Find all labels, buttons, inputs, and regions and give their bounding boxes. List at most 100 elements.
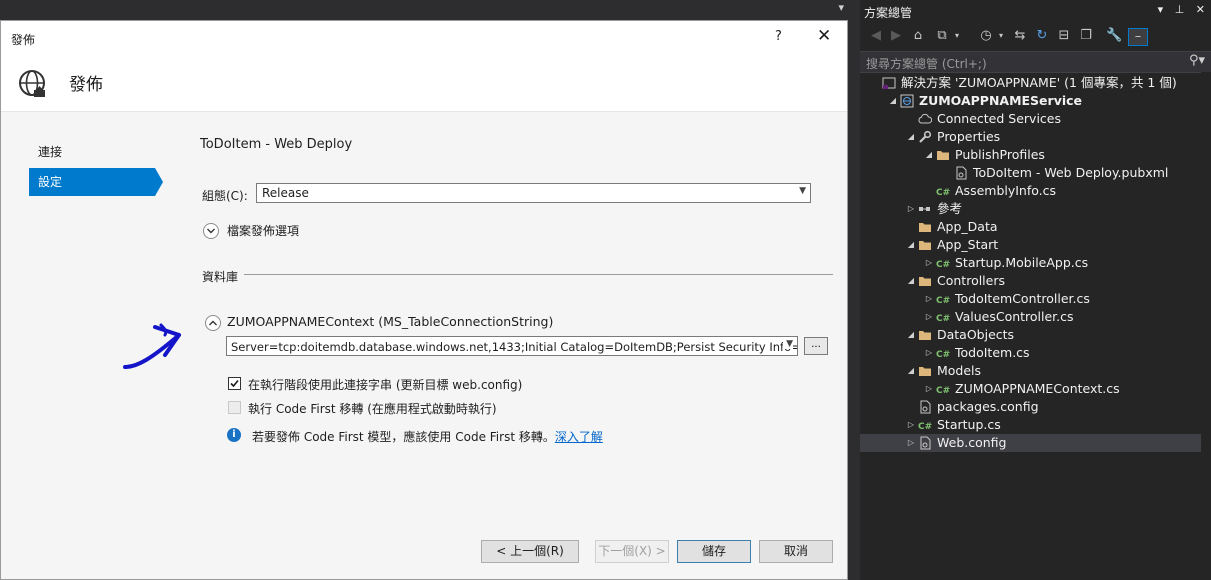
- info-message: 若要發佈 Code First 模型，應該使用 Code First 移轉。深入…: [252, 428, 603, 445]
- tree-item[interactable]: App_Data: [860, 218, 1201, 236]
- connection-string-combo[interactable]: Server=tcp:doitemdb.database.windows.net…: [226, 336, 798, 356]
- collapsed-arrow-icon[interactable]: ▷: [924, 254, 934, 272]
- home-icon[interactable]: ⌂: [910, 28, 926, 44]
- tree-item-label: packages.config: [937, 399, 1039, 414]
- panel-menu-icon[interactable]: ▾: [1158, 3, 1164, 16]
- annotation-arrow-icon: [123, 323, 181, 369]
- scrollbar[interactable]: [1201, 72, 1211, 580]
- sync-active-document-icon[interactable]: ⇆: [1012, 28, 1028, 44]
- collapsed-arrow-icon[interactable]: ▷: [924, 308, 934, 326]
- file-publish-options-label[interactable]: 檔案發佈選項: [227, 222, 299, 239]
- browse-connection-button[interactable]: ...: [804, 337, 828, 355]
- tree-item[interactable]: ▷ 參考: [860, 200, 1201, 218]
- collapsed-arrow-icon[interactable]: ▷: [924, 344, 934, 362]
- configuration-select[interactable]: Release ▼: [256, 183, 811, 203]
- globe-publish-icon: [19, 70, 45, 97]
- next-button[interactable]: 下一個(X) >: [595, 540, 669, 563]
- tree-item[interactable]: ◢ Properties: [860, 128, 1201, 146]
- expanded-arrow-icon[interactable]: ◢: [924, 146, 934, 164]
- tree-item[interactable]: ▷ C# ZUMOAPPNAMEContext.cs: [860, 380, 1201, 398]
- previous-button[interactable]: < 上一個(R): [481, 540, 579, 563]
- expand-file-options-button[interactable]: [203, 223, 219, 239]
- window-title: 發佈: [11, 33, 36, 47]
- svg-text:C#: C#: [936, 350, 950, 360]
- expanded-arrow-icon[interactable]: ◢: [906, 272, 916, 290]
- tree-item[interactable]: Connected Services: [860, 110, 1201, 128]
- tree-item[interactable]: ◢ Controllers: [860, 272, 1201, 290]
- tree-item[interactable]: ▷ C# TodoItemController.cs: [860, 290, 1201, 308]
- back-icon[interactable]: ◀: [868, 28, 884, 44]
- properties-wrench-icon[interactable]: 🔧: [1106, 28, 1122, 44]
- expanded-arrow-icon[interactable]: ◢: [906, 236, 916, 254]
- csharp-file-icon: C#: [918, 418, 932, 432]
- csharp-file-icon: C#: [936, 346, 950, 360]
- tree-item[interactable]: ◢ Models: [860, 362, 1201, 380]
- tree-item[interactable]: ▷ C# Startup.MobileApp.cs: [860, 254, 1201, 272]
- checkmark-icon: [230, 379, 239, 388]
- csharp-file-icon: C#: [936, 256, 950, 270]
- learn-more-link[interactable]: 深入了解: [555, 430, 603, 444]
- dialog-heading: 發佈: [69, 75, 103, 95]
- expanded-arrow-icon[interactable]: ◢: [906, 362, 916, 380]
- collapsed-arrow-icon[interactable]: ▷: [906, 434, 916, 452]
- collapsed-arrow-icon[interactable]: ▷: [924, 380, 934, 398]
- switch-views-icon[interactable]: ⧉: [934, 28, 950, 44]
- collapsed-arrow-icon[interactable]: ▷: [924, 290, 934, 308]
- refresh-icon[interactable]: ↻: [1034, 28, 1050, 44]
- nav-item-settings[interactable]: 設定: [29, 168, 155, 196]
- tree-item[interactable]: ▷ Web.config: [860, 434, 1201, 452]
- solution-explorer-search[interactable]: 搜尋方案總管 (Ctrl+;) ⚲▾: [860, 51, 1211, 73]
- collapse-all-icon[interactable]: ⊟: [1056, 28, 1072, 44]
- folder-icon: [918, 238, 932, 252]
- help-button[interactable]: ?: [775, 29, 782, 44]
- tree-item-label: ZUMOAPPNAMEService: [919, 93, 1083, 108]
- databases-section-title: 資料庫: [202, 270, 239, 284]
- expanded-arrow-icon[interactable]: ◢: [888, 92, 898, 110]
- code-first-migration-label[interactable]: 執行 Code First 移轉 (在應用程式啟動時執行): [248, 400, 497, 417]
- tree-item-label: App_Start: [937, 237, 999, 252]
- tree-item-label: AssemblyInfo.cs: [955, 183, 1057, 198]
- tree-item[interactable]: ▷ C# TodoItem.cs: [860, 344, 1201, 362]
- chevron-down-icon[interactable]: ▾: [952, 28, 962, 44]
- pending-changes-filter-icon[interactable]: ◷: [978, 28, 994, 44]
- tree-item[interactable]: 解決方案 'ZUMOAPPNAME' (1 個專案，共 1 個): [860, 74, 1201, 92]
- expanded-arrow-icon[interactable]: ◢: [906, 128, 916, 146]
- tree-item[interactable]: ◢ PublishProfiles: [860, 146, 1201, 164]
- tree-item[interactable]: ◢ App_Start: [860, 236, 1201, 254]
- csharp-file-icon: C#: [936, 310, 950, 324]
- expanded-arrow-icon[interactable]: ◢: [906, 326, 916, 344]
- forward-icon[interactable]: ▶: [888, 28, 904, 44]
- use-runtime-connection-checkbox[interactable]: [228, 377, 241, 390]
- tree-item[interactable]: C# AssemblyInfo.cs: [860, 182, 1201, 200]
- svg-text:C#: C#: [936, 260, 950, 270]
- search-icon: ⚲▾: [1188, 53, 1205, 68]
- tree-item[interactable]: ◢ ZUMOAPPNAMEService: [860, 92, 1201, 110]
- chevron-down-icon[interactable]: ▾: [996, 28, 1006, 44]
- collapsed-arrow-icon[interactable]: ▷: [906, 416, 916, 434]
- svg-text:C#: C#: [936, 314, 950, 324]
- header-divider: [1, 111, 847, 112]
- code-first-migration-checkbox[interactable]: [228, 401, 241, 414]
- preview-selected-items-icon[interactable]: –: [1128, 28, 1148, 46]
- dialog-titlebar: 發佈 ? ✕: [1, 21, 847, 55]
- tree-item[interactable]: ◢ DataObjects: [860, 326, 1201, 344]
- folder-icon: [936, 148, 950, 162]
- tree-item[interactable]: ▷ C# Startup.cs: [860, 416, 1201, 434]
- csharp-file-icon: C#: [936, 382, 950, 396]
- config-file-icon: [918, 400, 932, 414]
- folder-icon: [918, 220, 932, 234]
- close-icon[interactable]: ✕: [1196, 3, 1205, 16]
- dropdown-arrow-icon[interactable]: ▾: [838, 1, 844, 14]
- tree-item[interactable]: ToDoItem - Web Deploy.pubxml: [860, 164, 1201, 182]
- collapse-context-button[interactable]: [205, 315, 221, 331]
- show-all-files-icon[interactable]: ❐: [1078, 28, 1094, 44]
- cancel-button[interactable]: 取消: [759, 540, 833, 563]
- nav-item-connection[interactable]: 連接: [29, 138, 155, 166]
- tree-item[interactable]: packages.config: [860, 398, 1201, 416]
- collapsed-arrow-icon[interactable]: ▷: [906, 200, 916, 218]
- use-runtime-connection-label[interactable]: 在執行階段使用此連接字串 (更新目標 web.config): [248, 376, 522, 393]
- pin-icon[interactable]: ⊥: [1175, 3, 1185, 16]
- save-button[interactable]: 儲存: [677, 540, 751, 563]
- close-button[interactable]: ✕: [817, 26, 831, 46]
- tree-item[interactable]: ▷ C# ValuesController.cs: [860, 308, 1201, 326]
